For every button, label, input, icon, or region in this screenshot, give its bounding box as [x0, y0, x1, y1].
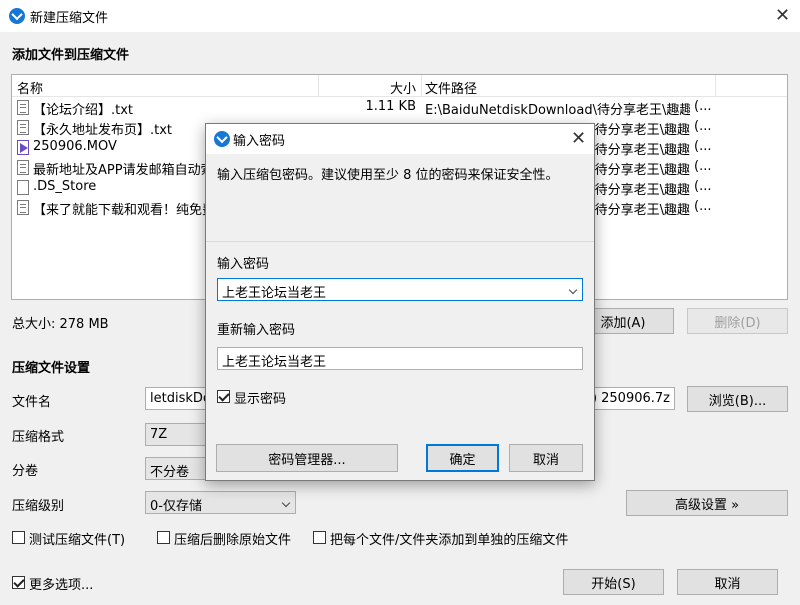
text-file-icon [17, 160, 29, 175]
password-manager-button[interactable]: 密码管理器... [216, 444, 398, 472]
file-list-header: 名称 大小 文件路径 [12, 75, 787, 97]
chevron-down-icon [281, 498, 291, 508]
separate-archives-checkbox[interactable] [313, 531, 326, 544]
file-path-more: (... [694, 139, 712, 154]
app-logo-icon [214, 131, 230, 147]
cancel-button[interactable]: 取消 [677, 569, 778, 595]
level-label: 压缩级别 [12, 499, 65, 514]
file-path-more: (... [694, 99, 712, 114]
file-path: E:\BaiduNetdiskDownload\待分享老王\趣趣 [425, 103, 690, 118]
file-name: 【论坛介绍】.txt [33, 103, 134, 118]
level-select-value: 0-仅存储 [150, 499, 202, 514]
add-files-heading: 添加文件到压缩文件 [12, 48, 130, 63]
browse-button[interactable]: 浏览(B)... [687, 386, 788, 412]
column-path-header[interactable]: 文件路径 [425, 78, 477, 97]
format-label: 压缩格式 [12, 430, 65, 445]
password-description: 输入压缩包密码。建议使用至少 8 位的密码来保证安全性。 [217, 168, 559, 183]
text-file-icon [17, 100, 29, 115]
level-select[interactable]: 0-仅存储 [145, 491, 296, 514]
repeat-password-label: 重新输入密码 [217, 323, 296, 338]
file-path-more: (... [694, 119, 712, 134]
delete-after-label[interactable]: 压缩后删除原始文件 [174, 529, 291, 548]
filename-label: 文件名 [12, 395, 52, 410]
password-dialog: 输入密码 ✕ 输入压缩包密码。建议使用至少 8 位的密码来保证安全性。 输入密码… [205, 123, 595, 481]
app-logo-icon [9, 8, 25, 24]
window-title: 新建压缩文件 [30, 11, 109, 26]
ok-button[interactable]: 确定 [426, 444, 499, 472]
start-button[interactable]: 开始(S) [563, 569, 664, 595]
file-path-more: (... [694, 159, 712, 174]
advanced-settings-button[interactable]: 高级设置 » [626, 490, 788, 516]
more-options-label[interactable]: 更多选项... [29, 574, 93, 593]
title-bar: 新建压缩文件 ✕ [0, 0, 800, 32]
text-file-icon [17, 200, 29, 215]
chevron-down-icon[interactable] [568, 285, 578, 295]
test-archive-label[interactable]: 测试压缩文件(T) [29, 529, 125, 548]
file-row[interactable]: 【论坛介绍】.txt 1.11 KB E:\BaiduNetdiskDownlo… [12, 97, 787, 118]
separate-archives-label[interactable]: 把每个文件/文件夹添加到单独的压缩文件 [330, 529, 568, 548]
close-window-button[interactable]: ✕ [775, 7, 790, 25]
repeat-password-input[interactable]: 上老王论坛当老王 [217, 347, 583, 370]
column-name-header[interactable]: 名称 [17, 78, 43, 97]
password-input[interactable]: 上老王论坛当老王 [217, 278, 583, 301]
dialog-cancel-button[interactable]: 取消 [509, 444, 583, 472]
password-label: 输入密码 [217, 257, 270, 272]
password-dialog-title: 输入密码 [233, 134, 286, 149]
test-archive-checkbox[interactable] [12, 531, 25, 544]
filename-input-tail[interactable]: ) 250906.7z [585, 387, 675, 410]
total-size-label: 总大小: 278 MB [12, 317, 109, 332]
split-label: 分卷 [12, 464, 39, 479]
remove-files-button[interactable]: 删除(D) [687, 308, 788, 334]
delete-after-checkbox[interactable] [157, 531, 170, 544]
text-file-icon [17, 120, 29, 135]
password-dialog-titlebar: 输入密码 ✕ [206, 124, 594, 154]
video-file-icon [17, 140, 29, 155]
show-password-checkbox[interactable] [217, 390, 230, 403]
more-options-checkbox[interactable] [12, 576, 25, 589]
close-dialog-button[interactable]: ✕ [571, 130, 586, 148]
file-path-more: (... [694, 179, 712, 194]
file-size: 1.11 KB [365, 99, 416, 114]
blank-file-icon [17, 180, 29, 195]
password-input-value: 上老王论坛当老王 [222, 286, 327, 301]
column-size-header[interactable]: 大小 [382, 78, 416, 97]
file-path-more: (... [694, 199, 712, 214]
compression-settings-heading: 压缩文件设置 [12, 361, 91, 376]
show-password-label[interactable]: 显示密码 [234, 388, 286, 407]
divider [206, 241, 594, 242]
